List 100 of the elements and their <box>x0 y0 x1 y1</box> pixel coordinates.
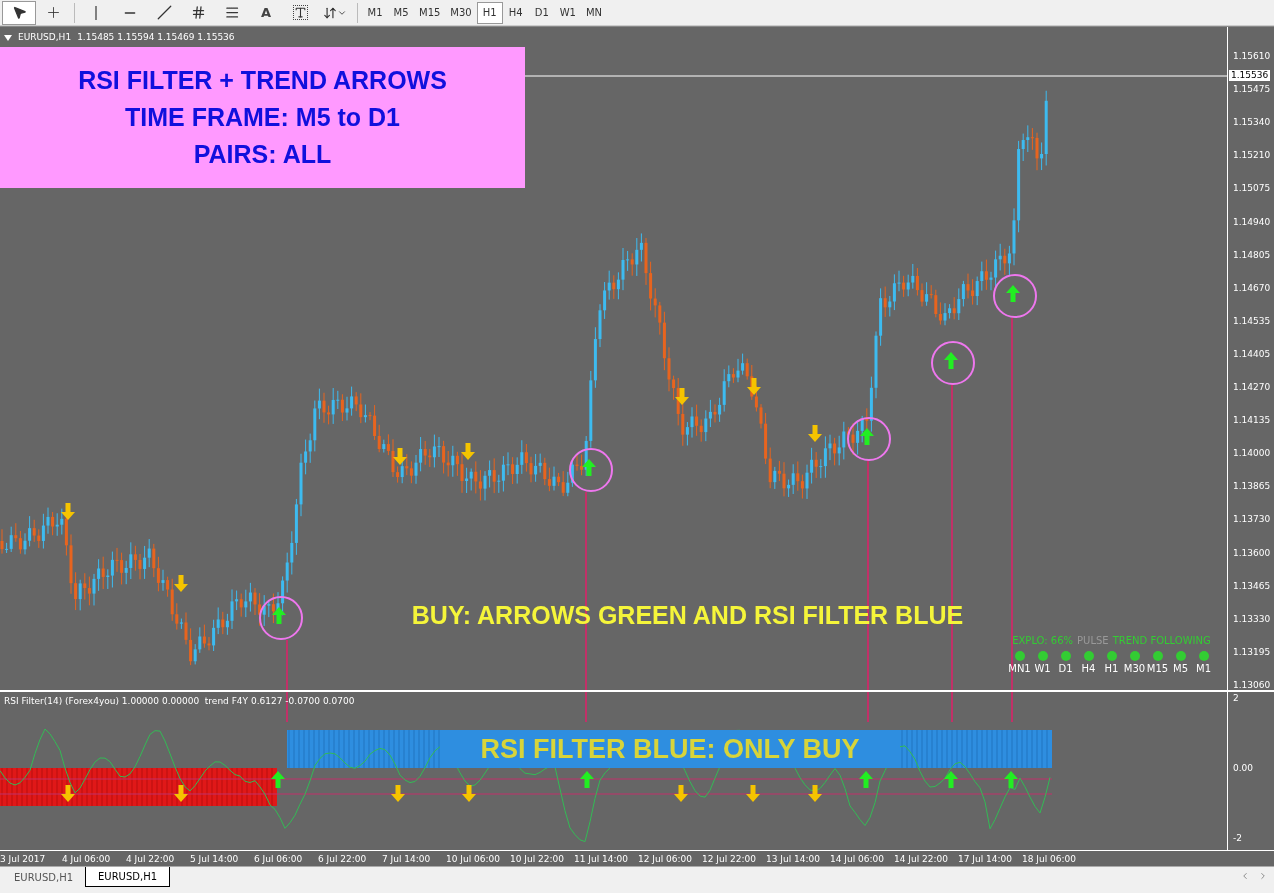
ohlc-values: 1.15485 1.15594 1.15469 1.15536 <box>77 31 235 44</box>
timeframe-label: D1 <box>1058 662 1073 676</box>
down-arrow-icon <box>747 378 761 395</box>
timeframe-button[interactable]: M5 <box>388 1 414 24</box>
up-arrow-icon <box>859 771 873 789</box>
timeframe-label: M15 <box>1146 662 1169 676</box>
down-arrow-icon <box>746 785 760 803</box>
timeframe-label: M30 <box>1123 662 1146 676</box>
time-label: 5 Jul 14:00 <box>190 853 239 866</box>
up-arrow-icon <box>944 771 958 789</box>
price-label: 1.14535 <box>1233 315 1271 326</box>
highlight-circle <box>931 341 975 385</box>
up-arrow-icon <box>1006 285 1020 302</box>
time-label: 12 Jul 06:00 <box>638 853 692 866</box>
collapse-icon[interactable] <box>4 34 12 41</box>
down-arrow-icon <box>391 785 405 803</box>
down-arrow-icon <box>174 575 188 592</box>
price-label: 1.13465 <box>1233 580 1271 591</box>
time-label: 13 Jul 14:00 <box>766 853 820 866</box>
price-label: 1.13600 <box>1233 547 1271 558</box>
down-arrow-icon <box>674 785 688 803</box>
time-label: 18 Jul 06:00 <box>1022 853 1076 866</box>
down-arrow-icon <box>461 443 475 460</box>
indicator-note: RSI FILTER BLUE: ONLY BUY <box>440 730 900 769</box>
time-label: 11 Jul 14:00 <box>574 853 628 866</box>
price-label: 1.13330 <box>1233 613 1271 624</box>
down-arrow-icon <box>61 503 75 520</box>
time-label: 4 Jul 22:00 <box>126 853 175 866</box>
price-label: 1.13060 <box>1233 679 1271 690</box>
time-label: 10 Jul 06:00 <box>446 853 500 866</box>
timeframe-label: M5 <box>1173 662 1188 676</box>
price-label: 1.13865 <box>1233 481 1271 492</box>
time-label: 12 Jul 22:00 <box>702 853 756 866</box>
current-price-label: 1.15536 <box>1229 70 1271 81</box>
price-label: 1.15610 <box>1233 51 1271 61</box>
time-label: 17 Jul 14:00 <box>958 853 1012 866</box>
time-label: 14 Jul 22:00 <box>894 853 948 866</box>
highlight-circle <box>847 417 891 461</box>
down-arrow-icon <box>808 785 822 803</box>
timeframe-button[interactable]: M1 <box>362 1 388 24</box>
time-label: 6 Jul 22:00 <box>318 853 367 866</box>
timeframe-button[interactable]: M15 <box>414 1 446 24</box>
price-label: 1.14805 <box>1233 249 1271 260</box>
timeframe-button[interactable]: M30 <box>445 1 477 24</box>
timeframe-label: M1 <box>1196 662 1211 676</box>
price-label: 1.14405 <box>1233 348 1271 359</box>
time-label: 7 Jul 14:00 <box>382 853 431 866</box>
cursor-icon[interactable] <box>2 0 36 25</box>
price-label: 1.14940 <box>1233 216 1271 227</box>
down-arrow-icon <box>174 785 188 803</box>
timeframe-label: W1 <box>1034 662 1051 676</box>
up-arrow-icon <box>580 771 594 789</box>
time-label: 14 Jul 06:00 <box>830 853 884 866</box>
down-arrow-icon <box>462 785 476 803</box>
timeframe-button[interactable]: H1 <box>476 1 503 24</box>
timeframe-label: H1 <box>1104 662 1119 676</box>
time-label: 4 Jul 06:00 <box>62 853 111 866</box>
timeframe-button[interactable]: D1 <box>528 1 555 24</box>
timeframe-button[interactable]: W1 <box>554 1 581 24</box>
price-label: 1.14670 <box>1233 282 1271 293</box>
highlight-circle <box>569 448 613 492</box>
text-tool[interactable]: A <box>249 0 283 25</box>
explo-label: EXPLO: 66% <box>1012 634 1074 648</box>
price-label: 1.15075 <box>1233 183 1271 194</box>
banner-text: TIME FRAME: M5 to D1 <box>125 102 400 133</box>
chart-tab[interactable]: EURUSD,H1 <box>2 867 85 887</box>
down-arrow-icon <box>808 425 822 442</box>
arrows-icon <box>323 5 337 20</box>
up-arrow-icon <box>1004 771 1018 789</box>
timeframe-button[interactable]: H4 <box>502 1 529 24</box>
timeframe-label: H4 <box>1081 662 1096 676</box>
up-arrow-icon <box>944 352 958 369</box>
down-arrow-icon <box>675 388 689 405</box>
up-arrow-icon <box>860 428 874 445</box>
up-arrow-icon <box>582 459 596 476</box>
price-label: 1.15475 <box>1233 84 1271 95</box>
symbol-label: EURUSD,H1 <box>18 31 72 44</box>
chart-tab[interactable]: EURUSD,H1 <box>85 867 171 887</box>
price-label: 1.15210 <box>1233 150 1271 161</box>
time-label: 6 Jul 06:00 <box>254 853 303 866</box>
banner-text: RSI FILTER + TREND ARROWS <box>78 65 447 96</box>
up-arrow-icon <box>271 771 285 789</box>
down-arrow-icon <box>61 785 75 803</box>
price-label: 1.13730 <box>1233 514 1271 525</box>
indicator-axis-label: 0.00 <box>1233 763 1254 774</box>
price-label: 1.13195 <box>1233 646 1271 657</box>
time-label: 3 Jul 2017 <box>0 853 46 866</box>
price-label: 1.14135 <box>1233 415 1271 426</box>
timeframe-button[interactable]: MN <box>580 1 608 24</box>
indicator-axis-label: -2 <box>1233 833 1242 844</box>
up-arrow-icon <box>272 607 286 624</box>
banner-text: PAIRS: ALL <box>193 139 332 170</box>
highlight-circle <box>993 274 1037 318</box>
indicator-axis-label: 2 <box>1233 693 1239 704</box>
price-label: 1.14000 <box>1233 448 1271 459</box>
price-label: 1.14270 <box>1233 382 1271 392</box>
time-label: 10 Jul 22:00 <box>510 853 564 866</box>
price-label: 1.15340 <box>1233 117 1271 128</box>
down-arrow-icon <box>393 448 407 465</box>
trend-label: TREND FOLLOWING <box>1112 634 1211 648</box>
